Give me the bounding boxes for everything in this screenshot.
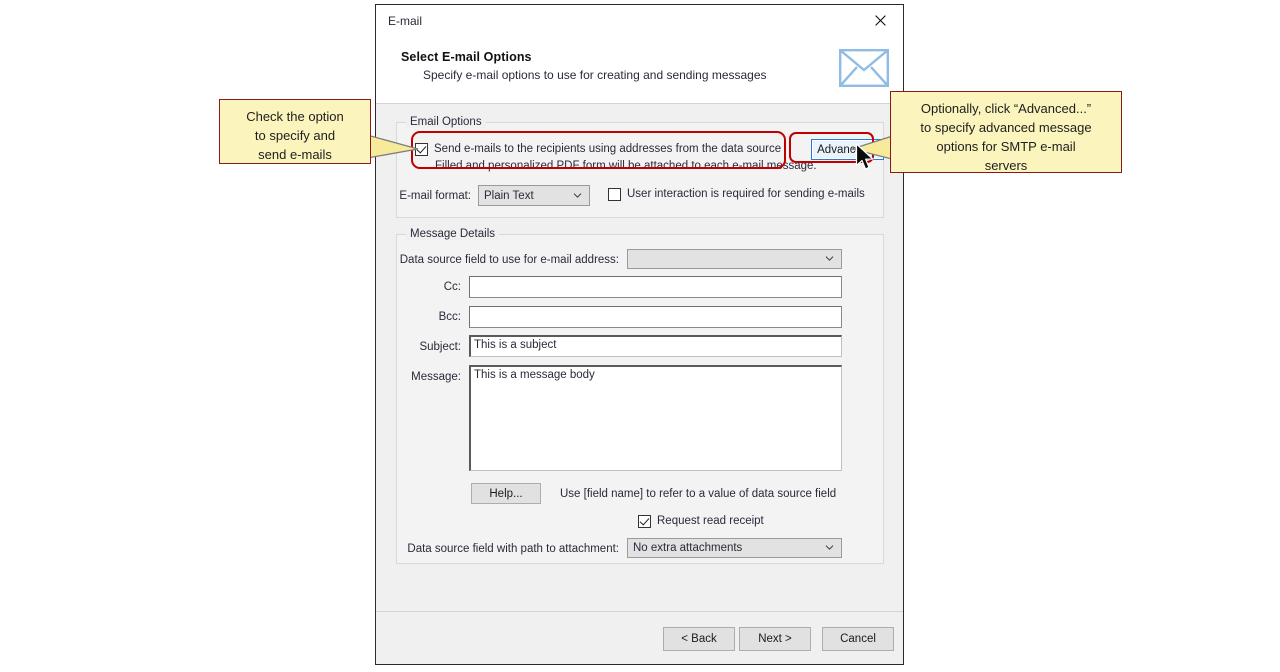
- right-callout-line-2: to specify advanced message: [920, 120, 1092, 135]
- page-title: Select E-mail Options: [401, 50, 532, 64]
- email-format-label: E-mail format:: [399, 190, 471, 202]
- dialog-header: Select E-mail Options Specify e-mail opt…: [376, 37, 903, 104]
- chevron-down-icon: [825, 256, 834, 261]
- right-callout-line-1: Optionally, click “Advanced...”: [920, 101, 1092, 116]
- right-callout: Optionally, click “Advanced...” to speci…: [890, 91, 1122, 173]
- attachment-field-select[interactable]: No extra attachments: [627, 538, 842, 558]
- attachment-field-label: Data source field with path to attachmen…: [407, 543, 619, 555]
- envelope-icon: [839, 49, 889, 87]
- send-emails-checkbox-row[interactable]: Send e-mails to the recipients using add…: [415, 142, 781, 156]
- read-receipt-checkbox-row[interactable]: Request read receipt: [638, 514, 764, 528]
- subject-label: Subject:: [419, 341, 461, 353]
- message-details-group-label: Message Details: [406, 228, 500, 240]
- help-button[interactable]: Help...: [471, 483, 541, 504]
- dialog-body: Email Options Send e-mails to the recipi…: [376, 104, 903, 611]
- email-format-select[interactable]: Plain Text: [478, 185, 590, 206]
- email-options-group: Email Options Send e-mails to the recipi…: [396, 116, 884, 218]
- message-details-group: Message Details Data source field to use…: [396, 228, 884, 564]
- bcc-input[interactable]: [469, 306, 842, 328]
- message-textarea[interactable]: This is a message body: [469, 365, 842, 471]
- read-receipt-checkbox-label: Request read receipt: [657, 515, 764, 527]
- read-receipt-checkbox[interactable]: [638, 515, 651, 528]
- data-source-field-select[interactable]: [627, 249, 842, 269]
- attachment-field-value: No extra attachments: [633, 542, 743, 554]
- right-callout-line-3: options for SMTP e-mail: [936, 139, 1076, 154]
- cc-input[interactable]: [469, 276, 842, 298]
- next-button[interactable]: Next >: [739, 627, 811, 651]
- email-options-group-label: Email Options: [406, 116, 486, 128]
- right-callout-line-4: servers: [984, 158, 1028, 173]
- left-callout-line-1: Check the option: [246, 109, 344, 124]
- back-button[interactable]: < Back: [663, 627, 735, 651]
- bcc-label: Bcc:: [438, 311, 461, 323]
- subject-input[interactable]: This is a subject: [469, 335, 842, 357]
- dialog-footer: < Back Next > Cancel: [376, 611, 903, 664]
- user-interaction-checkbox-label: User interaction is required for sending…: [627, 188, 865, 200]
- user-interaction-checkbox-row[interactable]: User interaction is required for sending…: [608, 187, 865, 201]
- left-callout-line-3: send e-mails: [258, 147, 332, 162]
- send-emails-checkbox-label: Send e-mails to the recipients using add…: [434, 143, 782, 155]
- user-interaction-checkbox[interactable]: [608, 188, 621, 201]
- cc-label: Cc:: [443, 281, 461, 293]
- close-icon[interactable]: [858, 5, 903, 36]
- close-glyph: [875, 15, 886, 26]
- email-wizard-dialog: E-mail Select E-mail Options Specify e-m…: [375, 4, 904, 665]
- chevron-down-icon: [825, 545, 834, 550]
- chevron-down-icon: [573, 192, 582, 198]
- dialog-titlebar: E-mail: [376, 5, 903, 37]
- message-label: Message:: [411, 371, 461, 383]
- dialog-title: E-mail: [388, 14, 423, 28]
- cancel-button[interactable]: Cancel: [822, 627, 894, 651]
- field-name-hint: Use [field name] to refer to a value of …: [560, 488, 837, 500]
- page-subtitle: Specify e-mail options to use for creati…: [423, 68, 767, 82]
- left-callout: Check the option to specify and send e-m…: [219, 99, 371, 164]
- email-format-value: Plain Text: [484, 189, 534, 202]
- left-callout-line-2: to specify and: [254, 128, 336, 143]
- send-emails-sublabel: Filled and personalized PDF form will be…: [435, 160, 817, 172]
- data-source-field-label: Data source field to use for e-mail addr…: [399, 254, 619, 266]
